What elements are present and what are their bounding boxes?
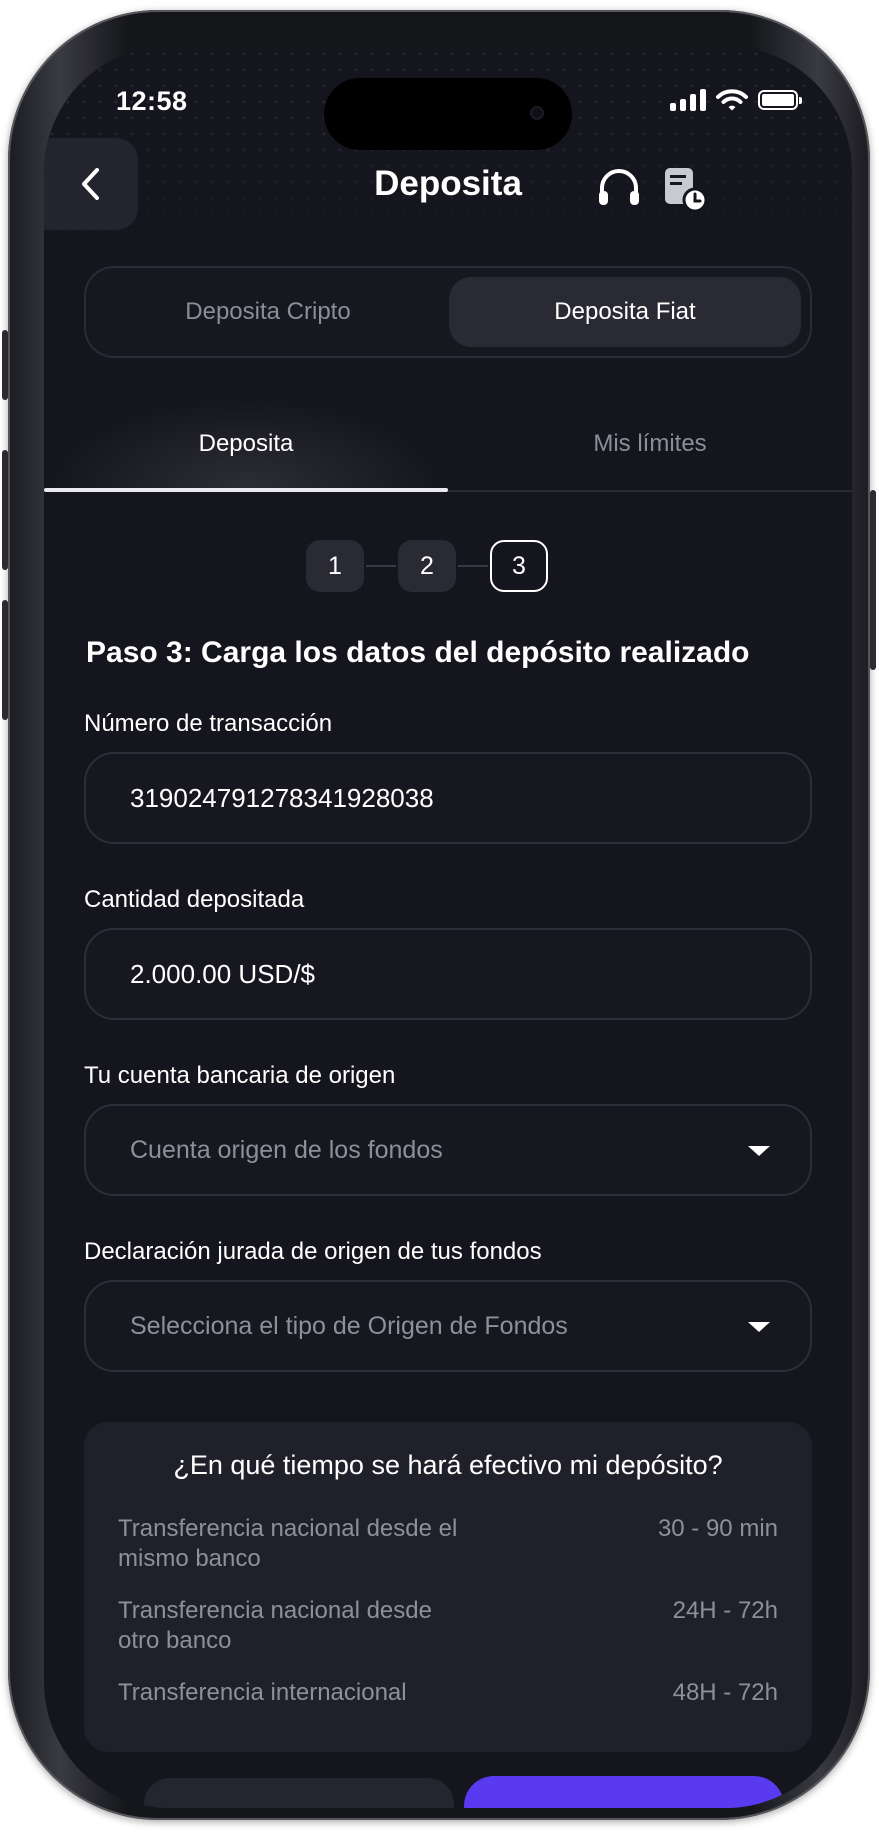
step-indicator: 1 2 3 xyxy=(306,540,548,592)
tab-bar: Deposita Mis límites xyxy=(44,396,852,492)
step-heading: Paso 3: Carga los datos del depósito rea… xyxy=(86,636,750,669)
caret-down-icon xyxy=(748,1146,770,1156)
amount-label: Cantidad depositada xyxy=(84,886,305,913)
info-row-label: Transferencia internacional xyxy=(118,1679,407,1706)
deposit-crypto-option[interactable]: Deposita Cripto xyxy=(90,268,446,356)
info-row-value: 48H - 72h xyxy=(672,1679,778,1706)
status-time: 12:58 xyxy=(116,86,188,116)
volume-down-button xyxy=(2,600,8,720)
info-row-label: Transferencia nacional desde el mismo ban… xyxy=(118,1515,458,1572)
primary-action-button[interactable] xyxy=(464,1776,784,1808)
mute-switch xyxy=(2,330,8,400)
headset-support-icon[interactable] xyxy=(594,164,644,214)
history-icon[interactable] xyxy=(660,164,710,214)
amount-field[interactable]: 2.000.00 USD/$ xyxy=(84,928,812,1020)
origin-account-label: Tu cuenta bancaria de origen xyxy=(84,1062,396,1089)
cellular-signal-icon xyxy=(670,89,706,111)
caret-down-icon xyxy=(748,1322,770,1332)
transaction-number-field[interactable]: 31902479127834192803​8 xyxy=(84,752,812,844)
info-row-value: 24H - 72h xyxy=(672,1597,778,1624)
deposit-fiat-option[interactable]: Deposita Fiat xyxy=(449,277,801,347)
funds-origin-placeholder: Selecciona el tipo de Origen de Fondos xyxy=(130,1311,568,1340)
volume-up-button xyxy=(2,450,8,570)
battery-icon xyxy=(758,90,802,110)
deposit-type-toggle: Deposita Cripto Deposita Fiat xyxy=(84,266,812,358)
page-title: Deposita xyxy=(374,164,522,203)
tab-deposit[interactable]: Deposita xyxy=(44,396,448,492)
info-card-title: ¿En qué tiempo se hará efectivo mi depós… xyxy=(173,1450,723,1480)
camera-icon xyxy=(530,106,544,120)
info-row-value: 30 - 90 min xyxy=(657,1515,778,1542)
step-connector xyxy=(458,565,488,567)
phone-frame: 12:58 Deposita Deposita Cripto Deposita … xyxy=(2,10,876,1820)
origin-account-placeholder: Cuenta origen de los fondos xyxy=(130,1135,443,1164)
secondary-action-button[interactable] xyxy=(144,1778,454,1808)
step-3-current: 3 xyxy=(490,540,548,592)
step-2: 2 xyxy=(398,540,456,592)
power-button xyxy=(870,490,876,670)
dynamic-island xyxy=(324,78,572,150)
funds-origin-select[interactable]: Selecciona el tipo de Origen de Fondos xyxy=(84,1280,812,1372)
deposit-time-info-card: ¿En qué tiempo se hará efectivo mi depós… xyxy=(84,1422,812,1752)
info-row-label: Transferencia nacional desde otro banco xyxy=(118,1597,432,1654)
tab-active-indicator xyxy=(44,488,448,492)
phone-screen: 12:58 Deposita Deposita Cripto Deposita … xyxy=(44,46,852,1808)
transaction-number-label: Número de transacción xyxy=(84,710,333,737)
step-1: 1 xyxy=(306,540,364,592)
funds-origin-label: Declaración jurada de origen de tus fond… xyxy=(84,1238,542,1265)
origin-account-select[interactable]: Cuenta origen de los fondos xyxy=(84,1104,812,1196)
tab-limits[interactable]: Mis límites xyxy=(448,396,852,492)
status-icons xyxy=(670,88,802,112)
wifi-icon xyxy=(716,89,748,111)
step-connector xyxy=(366,565,396,567)
